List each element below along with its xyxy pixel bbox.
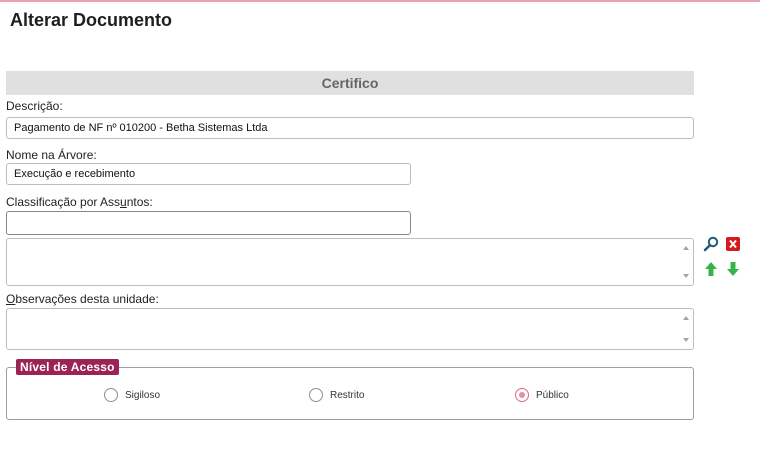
scroll-up-icon[interactable] xyxy=(683,316,689,320)
observacoes-label: Observações desta unidade: xyxy=(6,292,159,306)
nivel-acesso-legend: Nível de Acesso xyxy=(16,359,119,375)
scroll-down-icon[interactable] xyxy=(683,338,689,342)
radio-restrito-label[interactable]: Restrito xyxy=(330,390,364,401)
arrow-up-icon[interactable] xyxy=(703,261,719,277)
classificacao-label: Classificação por Assuntos: xyxy=(6,195,153,209)
remove-icon[interactable] xyxy=(725,236,741,252)
scroll-down-icon[interactable] xyxy=(683,274,689,278)
assuntos-list[interactable] xyxy=(6,238,694,286)
observacoes-textarea[interactable] xyxy=(6,308,694,350)
descricao-field[interactable] xyxy=(6,117,694,139)
radio-publico-label[interactable]: Público xyxy=(536,390,569,401)
page-title: Alterar Documento xyxy=(10,10,173,30)
top-border xyxy=(0,0,760,2)
search-icon[interactable] xyxy=(703,236,719,252)
classificacao-input[interactable] xyxy=(6,211,411,235)
section-header: Certifico xyxy=(6,71,694,95)
radio-publico[interactable]: Público xyxy=(515,386,569,404)
nome-arvore-label: Nome na Árvore: xyxy=(6,148,97,162)
radio-restrito-button[interactable] xyxy=(309,388,323,402)
nome-arvore-field[interactable] xyxy=(6,163,411,185)
radio-restrito[interactable]: Restrito xyxy=(309,386,364,404)
radio-sigiloso[interactable]: Sigiloso xyxy=(104,386,160,404)
assuntos-scrollbar[interactable] xyxy=(679,239,693,285)
radio-publico-button[interactable] xyxy=(515,388,529,402)
arrow-down-icon[interactable] xyxy=(725,261,741,277)
scroll-up-icon[interactable] xyxy=(683,246,689,250)
radio-sigiloso-label[interactable]: Sigiloso xyxy=(125,390,160,401)
radio-sigiloso-button[interactable] xyxy=(104,388,118,402)
descricao-label: Descrição: xyxy=(6,99,63,113)
observacoes-scrollbar[interactable] xyxy=(679,309,693,349)
